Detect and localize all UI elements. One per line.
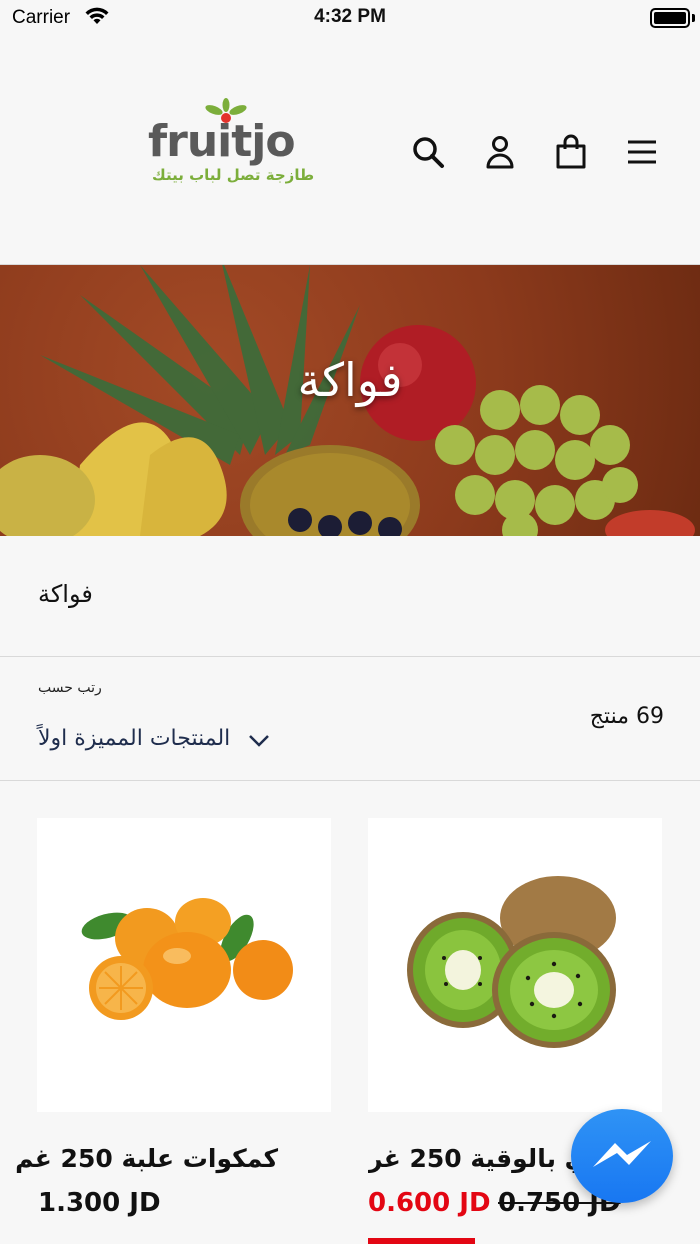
site-header: fruitjo طازجة تصل لباب بيتك [0, 38, 700, 264]
section-divider [0, 656, 700, 657]
messenger-chat-button[interactable] [571, 1109, 673, 1203]
product-image-kumquat[interactable] [37, 818, 331, 1112]
section-divider [0, 780, 700, 781]
battery-icon [650, 8, 690, 28]
product-price: 1.300 JD [38, 1188, 161, 1218]
cart-icon[interactable] [553, 134, 589, 170]
product-count: 69 منتج [589, 704, 664, 729]
menu-icon[interactable] [624, 134, 660, 170]
status-bar: Carrier 4:32 PM [0, 0, 700, 38]
sort-select[interactable]: المنتجات المميزة اولاً [38, 726, 230, 751]
logo-tagline: طازجة تصل لباب بيتك [152, 166, 315, 184]
clock: 4:32 PM [314, 6, 386, 27]
collection-title: فواكة [38, 580, 93, 608]
logo-wordmark: fruitjo [148, 116, 296, 167]
account-icon[interactable] [482, 134, 518, 170]
product-title[interactable]: كمكوات علبة 250 غم [15, 1144, 278, 1173]
messenger-icon [593, 1141, 651, 1167]
collection-hero-banner: فواكة [0, 265, 700, 536]
product-image-kiwi[interactable] [368, 818, 662, 1112]
chevron-down-icon[interactable] [247, 730, 271, 756]
hero-title: فواكة [297, 353, 403, 407]
product-sale-price: 0.600 JD [368, 1188, 491, 1218]
battery-tip [692, 14, 695, 22]
sale-badge [368, 1238, 475, 1244]
search-icon[interactable] [410, 134, 446, 170]
sort-by-label: رتب حسب [38, 680, 102, 696]
fruitjo-logo[interactable]: fruitjo طازجة تصل لباب بيتك [148, 98, 314, 190]
